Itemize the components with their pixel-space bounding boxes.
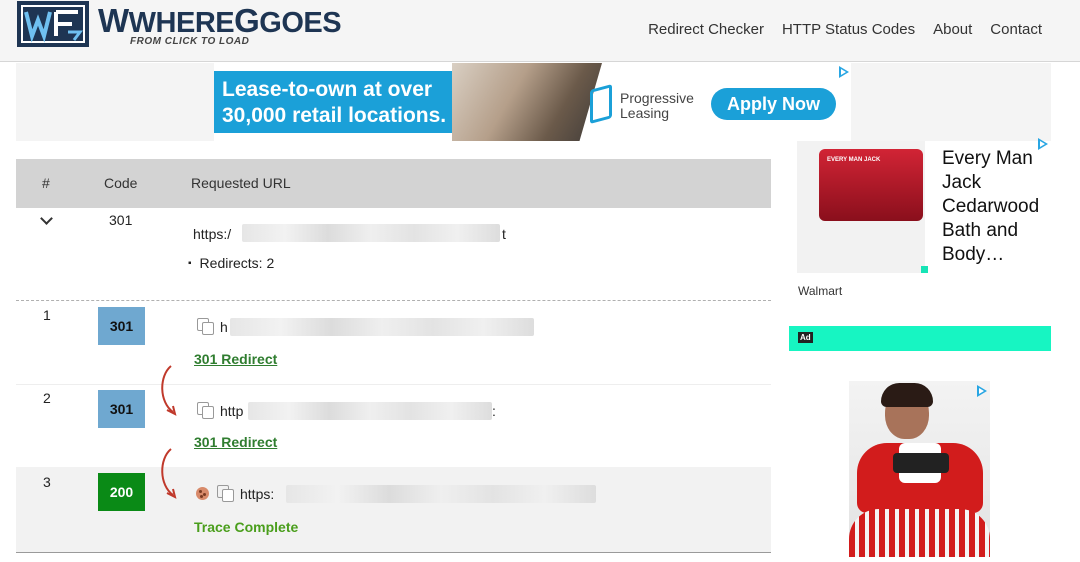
table-row: 2 301 http : 301 Redirect <box>16 385 771 467</box>
side-image-ad[interactable] <box>849 381 990 557</box>
hop-url: http <box>220 403 244 419</box>
ad-image-hair <box>881 383 933 407</box>
brand-name: WWHEREGGOES <box>98 2 342 39</box>
ad-headline-line2: 30,000 retail locations. <box>222 104 447 127</box>
ad-marker <box>921 266 928 273</box>
status-badge: 200 <box>98 473 145 511</box>
apply-now-button[interactable]: Apply Now <box>711 88 836 120</box>
ad-label: Ad <box>798 332 813 343</box>
nav-about[interactable]: About <box>933 21 972 38</box>
hop-number: 3 <box>43 474 51 490</box>
product-title[interactable]: Every Man Jack Cedarwood Bath and Body… <box>942 147 1050 267</box>
summary-url-prefix: https:/ <box>193 226 232 242</box>
cookie-icon[interactable] <box>196 487 209 500</box>
chevron-down-icon[interactable] <box>40 212 53 225</box>
ad-image-legs <box>849 509 990 557</box>
table-row-final: 3 200 https: Trace Complete <box>16 467 771 553</box>
brand-goes: GOES <box>259 7 342 39</box>
hop-status-link[interactable]: 301 Redirect <box>194 351 277 367</box>
hop-url-end: : <box>492 403 496 419</box>
blurred-url <box>230 318 534 336</box>
merchant-name: Walmart <box>798 284 843 298</box>
trace-complete-status: Trace Complete <box>194 519 299 535</box>
ad-brand-line2: Leasing <box>620 105 670 121</box>
product-image: EVERY MAN JACK <box>797 141 925 273</box>
game-console-icon <box>893 453 949 473</box>
ad-brand: Progressive Leasing <box>620 91 694 121</box>
product-label: EVERY MAN JACK <box>827 157 881 163</box>
status-badge: 301 <box>98 307 145 345</box>
ad-photo <box>452 63 602 141</box>
summary-url-end: t <box>502 226 506 242</box>
ad-footer-bar: Ad <box>789 326 1051 351</box>
nav-redirect-checker[interactable]: Redirect Checker <box>648 21 764 38</box>
col-url-header: Requested URL <box>191 175 291 191</box>
summary-row: 301 https:/ t Redirects: 2 <box>16 208 771 301</box>
site-header: WWHEREGGOES FROM CLICK TO LOAD Redirect … <box>0 0 1080 62</box>
redirect-arrow-icon <box>161 365 177 416</box>
ad-brand-line1: Progressive <box>620 90 694 106</box>
brand-tagline: FROM CLICK TO LOAD <box>130 36 250 47</box>
wheregoes-logo[interactable]: WWHEREGGOES FROM CLICK TO LOAD <box>16 0 342 52</box>
copy-icon[interactable] <box>197 318 214 335</box>
brand-where: WHERE <box>128 7 235 39</box>
adchoices-icon[interactable] <box>838 66 850 78</box>
table-row: 1 301 h 301 Redirect <box>16 301 771 384</box>
hop-number: 2 <box>43 390 51 406</box>
nav-contact[interactable]: Contact <box>990 21 1042 38</box>
blurred-url <box>286 485 596 503</box>
nav-http-status-codes[interactable]: HTTP Status Codes <box>782 21 915 38</box>
blurred-url <box>242 224 500 242</box>
top-banner-ad[interactable]: Lease-to-own at over 30,000 retail locat… <box>214 63 851 141</box>
hop-number: 1 <box>43 307 51 323</box>
results-table-header: # Code Requested URL <box>16 159 771 208</box>
status-badge: 301 <box>98 390 145 428</box>
product-bag: EVERY MAN JACK <box>819 149 923 221</box>
summary-url: https:/ <box>193 226 231 242</box>
hop-url: https: <box>240 486 275 502</box>
logo-icon <box>17 1 89 47</box>
ad-headline-line1: Lease-to-own at over <box>222 78 433 101</box>
hop-status-link[interactable]: 301 Redirect <box>194 434 277 450</box>
adchoices-icon[interactable] <box>1037 138 1049 150</box>
col-num-header: # <box>42 175 50 191</box>
summary-code: 301 <box>109 212 133 228</box>
hop-url: h <box>220 319 228 335</box>
adchoices-icon[interactable] <box>976 385 988 397</box>
progressive-leasing-logo-icon <box>590 84 612 124</box>
col-code-header: Code <box>104 175 138 191</box>
main-nav: Redirect Checker HTTP Status Codes About… <box>648 21 1042 38</box>
copy-icon[interactable] <box>197 402 214 419</box>
blurred-url <box>248 402 492 420</box>
redirect-count: Redirects: 2 <box>188 255 275 271</box>
copy-icon[interactable] <box>217 485 234 502</box>
redirect-arrow-icon <box>161 448 177 499</box>
side-product-ad[interactable]: EVERY MAN JACK Every Man Jack Cedarwood … <box>789 138 1051 351</box>
ad-headline-box: Lease-to-own at over 30,000 retail locat… <box>214 71 452 133</box>
